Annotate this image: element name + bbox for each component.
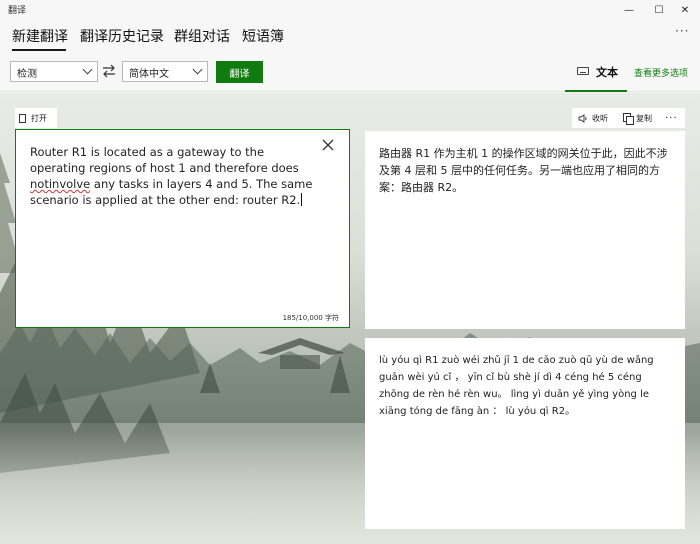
translation-output: 路由器 R1 作为主机 1 的操作区域的网关位于此，因此不涉及第 4 层和 5 … (365, 131, 685, 329)
tab-group-conversation[interactable]: 群组对话 (174, 26, 230, 46)
speaker-icon (578, 113, 587, 123)
more-options-link[interactable]: 查看更多选项 (634, 66, 688, 79)
listen-button[interactable]: 收听 (578, 108, 608, 128)
misspelled-word[interactable]: notinvolve (30, 177, 90, 191)
pinyin-output: lù yóu qì R1 zuò wéi zhǔ jī 1 de cāo zuò… (365, 338, 685, 529)
keyboard-icon (577, 67, 589, 75)
close-window-button[interactable]: ✕ (669, 0, 700, 20)
swap-icon[interactable] (101, 64, 117, 78)
copy-button[interactable]: 复制 (623, 108, 652, 128)
nav-more-icon[interactable]: ··· (675, 24, 689, 38)
open-label: 打开 (31, 113, 47, 123)
tab-new-translation[interactable]: 新建翻译 (12, 26, 68, 51)
tab-text-mode[interactable]: 文本 (565, 52, 627, 92)
text-tab-label: 文本 (596, 66, 618, 79)
source-text-input[interactable]: Router R1 is located as a gateway to the… (15, 129, 350, 328)
source-text[interactable]: Router R1 is located as a gateway to the… (30, 144, 320, 208)
text-cursor (301, 193, 303, 206)
copy-icon (623, 113, 634, 125)
close-icon[interactable] (321, 138, 335, 152)
title-bar: 翻译 — ☐ ✕ (0, 0, 700, 20)
more-icon[interactable]: ··· (665, 108, 678, 128)
target-language-value: 简体中文 (129, 69, 169, 80)
listen-label: 收听 (592, 113, 608, 123)
tab-label: 新建翻译 (12, 29, 68, 45)
tab-translation-history[interactable]: 翻译历史记录 (80, 26, 164, 46)
translate-button[interactable]: 翻译 (216, 61, 263, 83)
source-language-value: 检测 (17, 69, 37, 80)
tab-phrasebook[interactable]: 短语簿 (242, 26, 284, 46)
character-count: 185/10,000 字符 (282, 314, 339, 322)
document-icon (19, 113, 26, 123)
chevron-down-icon (82, 64, 93, 75)
copy-label: 复制 (636, 113, 652, 123)
toolbar: 检测 简体中文 翻译 文本 查看更多选项 (0, 52, 700, 92)
active-tab-indicator (12, 49, 66, 51)
translation-text: 路由器 R1 作为主机 1 的操作区域的网关位于此，因此不涉及第 4 层和 5 … (379, 147, 668, 194)
chevron-down-icon (192, 64, 203, 75)
pinyin-text: lù yóu qì R1 zuò wéi zhǔ jī 1 de cāo zuò… (379, 355, 654, 417)
source-language-select[interactable]: 检测 (10, 61, 98, 82)
open-file-button[interactable]: 打开 (15, 108, 57, 128)
nav-bar: 新建翻译 翻译历史记录 群组对话 短语簿 ··· (0, 20, 700, 52)
source-text-part: Router R1 is located as a gateway to the… (30, 145, 299, 175)
app-title: 翻译 (8, 6, 27, 16)
result-toolbar: 收听 复制 ··· (572, 108, 685, 128)
target-language-select[interactable]: 简体中文 (122, 61, 208, 82)
minimize-button[interactable]: — (613, 0, 645, 20)
